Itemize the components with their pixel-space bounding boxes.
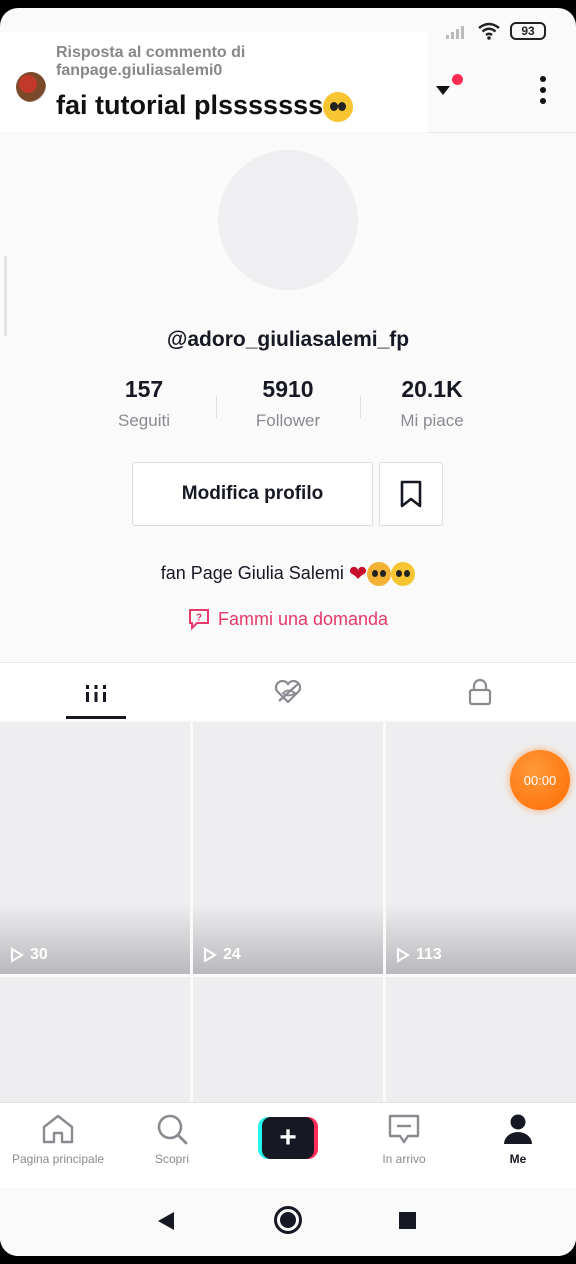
nav-discover-label: Scopri bbox=[154, 1152, 189, 1166]
profile-tabs bbox=[0, 662, 576, 720]
edit-profile-button[interactable]: Modifica profilo bbox=[132, 462, 373, 526]
reply-comment-card: Risposta al commento di fanpage.giuliasa… bbox=[0, 32, 428, 132]
nav-me[interactable]: Me bbox=[460, 1113, 576, 1166]
create-video-button[interactable]: + bbox=[258, 1117, 318, 1159]
profile-avatar[interactable] bbox=[218, 150, 358, 290]
tab-videos[interactable] bbox=[0, 663, 192, 720]
ask-question-label: Fammi una domanda bbox=[217, 608, 389, 629]
signal-icon bbox=[446, 26, 464, 39]
account-switch-chevron-icon[interactable] bbox=[436, 86, 450, 95]
play-icon bbox=[11, 947, 24, 963]
pleading-face-emoji bbox=[391, 562, 416, 586]
nav-discover[interactable]: Scopri bbox=[114, 1113, 230, 1166]
active-tab-indicator bbox=[66, 716, 126, 719]
svg-text:?: ? bbox=[196, 613, 202, 624]
nav-inbox-label: In arrivo bbox=[382, 1152, 426, 1166]
red-heart-emoji: ❤ bbox=[348, 561, 368, 586]
video-thumbnail[interactable] bbox=[0, 977, 190, 1107]
comment-text-row: fai tutorial plsssssss bbox=[56, 90, 354, 122]
home-icon bbox=[42, 1114, 74, 1144]
stat-label: Seguiti bbox=[118, 411, 170, 430]
system-navigation-bar bbox=[0, 1188, 576, 1256]
smiling-hearts-emoji bbox=[367, 562, 392, 586]
stat-following[interactable]: 157 Seguiti bbox=[72, 376, 216, 431]
lock-icon bbox=[468, 678, 492, 705]
pleading-face-emoji bbox=[323, 91, 354, 122]
stat-value: 157 bbox=[124, 376, 164, 402]
view-count-value: 24 bbox=[223, 946, 241, 963]
plus-icon: + bbox=[262, 1117, 314, 1159]
hidden-heart-icon bbox=[274, 679, 302, 704]
battery-indicator: 93 bbox=[510, 22, 546, 40]
profile-username: @adoro_giuliasalemi_fp bbox=[166, 328, 410, 351]
stat-value: 20.1K bbox=[401, 376, 463, 402]
edge-handle bbox=[4, 256, 7, 336]
profile-icon bbox=[504, 1114, 532, 1144]
profile-stats: 157 Seguiti 5910 Follower 20.1K Mi piace bbox=[72, 376, 504, 431]
stat-label: Follower bbox=[255, 411, 321, 430]
grid-icon bbox=[86, 681, 106, 702]
back-icon[interactable] bbox=[158, 1212, 174, 1230]
screen-recorder-timer[interactable]: 00:00 bbox=[510, 750, 570, 810]
profile-bio: fan Page Giulia Salemi ❤ bbox=[0, 561, 576, 587]
view-count-value: 30 bbox=[30, 946, 48, 963]
bio-text: fan Page Giulia Salemi bbox=[160, 562, 344, 583]
stat-label: Mi piace bbox=[400, 411, 464, 430]
video-thumbnail[interactable]: 24 bbox=[193, 722, 383, 974]
play-icon bbox=[204, 947, 217, 963]
nav-home[interactable]: Pagina principale bbox=[0, 1113, 116, 1166]
stat-value: 5910 bbox=[262, 376, 314, 402]
ask-question-link[interactable]: ? Fammi una domanda bbox=[0, 608, 576, 630]
view-count: 113 bbox=[396, 946, 442, 964]
bottom-navigation: Pagina principale Scopri + In arrivo Me bbox=[0, 1102, 576, 1188]
bookmark-icon bbox=[400, 480, 422, 508]
recents-square-icon[interactable] bbox=[399, 1212, 416, 1229]
stat-likes[interactable]: 20.1K Mi piace bbox=[360, 376, 504, 431]
view-count-value: 113 bbox=[416, 946, 442, 963]
status-bar: 93 bbox=[446, 22, 546, 40]
view-count: 24 bbox=[203, 946, 241, 964]
video-thumbnail[interactable]: 30 bbox=[0, 722, 190, 974]
header-divider bbox=[428, 132, 576, 133]
wifi-icon bbox=[478, 22, 500, 40]
tab-liked[interactable] bbox=[192, 663, 384, 720]
stat-followers[interactable]: 5910 Follower bbox=[216, 376, 360, 431]
profile-header-controls bbox=[428, 68, 576, 126]
nav-me-label: Me bbox=[509, 1152, 527, 1166]
play-icon bbox=[397, 947, 410, 963]
notification-dot bbox=[452, 74, 463, 85]
home-circle-icon[interactable] bbox=[274, 1206, 302, 1234]
tab-private[interactable] bbox=[384, 663, 576, 720]
reply-header: Risposta al commento di fanpage.giuliasa… bbox=[56, 44, 396, 80]
nav-home-label: Pagina principale bbox=[11, 1152, 105, 1166]
comment-text: fai tutorial plsssssss bbox=[56, 90, 324, 120]
app-screen: 93 Risposta al commento di fanpage.giuli… bbox=[0, 8, 576, 1256]
reply-header-user: fanpage.giuliasalemi0 bbox=[56, 62, 223, 79]
inbox-icon bbox=[388, 1114, 420, 1144]
nav-inbox[interactable]: In arrivo bbox=[346, 1113, 462, 1166]
commenter-avatar bbox=[16, 72, 46, 102]
search-icon bbox=[157, 1114, 188, 1145]
reply-header-line: Risposta al commento di bbox=[56, 44, 246, 61]
video-thumbnail[interactable] bbox=[193, 977, 383, 1107]
question-bubble-icon: ? bbox=[188, 609, 209, 630]
favorites-button[interactable] bbox=[379, 462, 443, 526]
view-count: 30 bbox=[10, 946, 48, 964]
more-menu-icon[interactable] bbox=[540, 76, 548, 106]
video-thumbnail[interactable] bbox=[386, 977, 576, 1107]
